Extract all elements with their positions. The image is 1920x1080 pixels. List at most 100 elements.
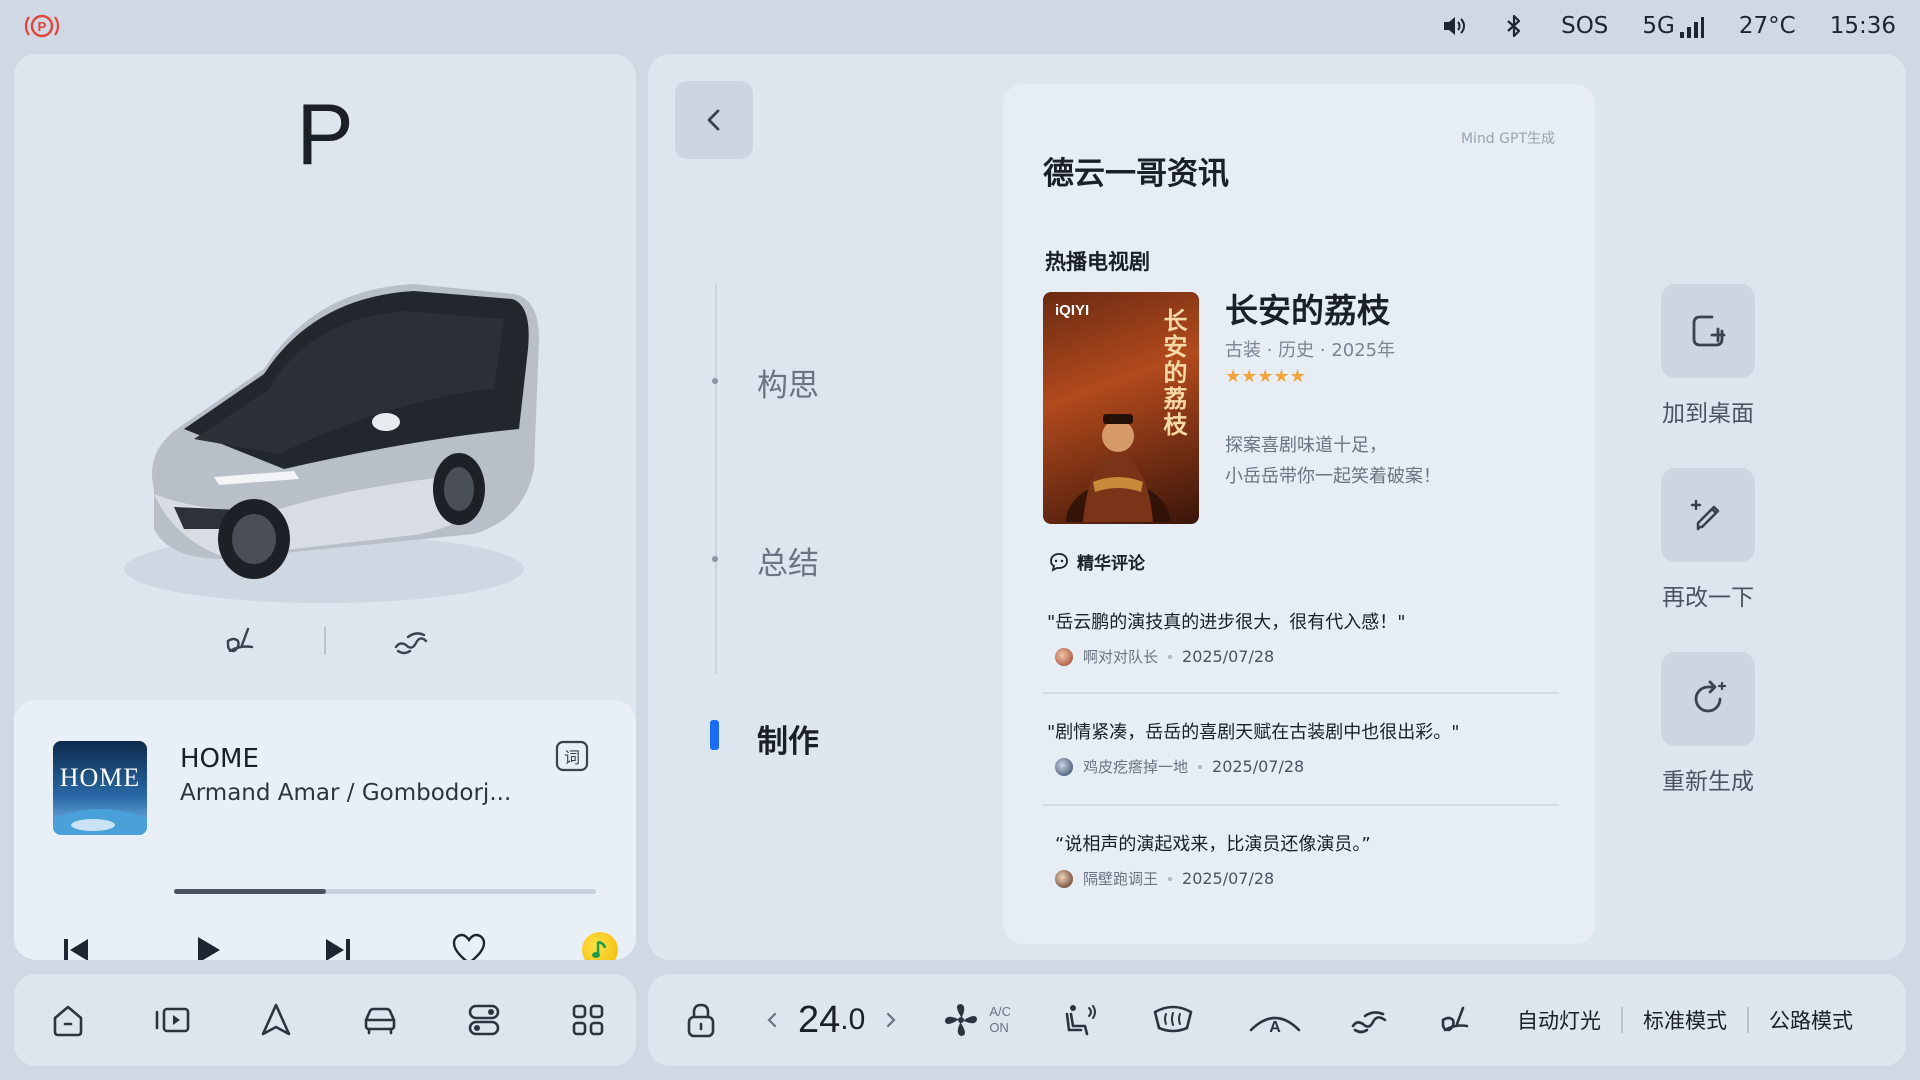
generated-by-label: Mind GPT生成 [1460,131,1555,147]
bluetooth-icon[interactable] [1501,13,1527,39]
previous-icon[interactable] [58,932,94,960]
passenger-seat-heat-icon[interactable] [390,621,430,661]
clock: 15:36 [1829,13,1896,39]
lock-icon[interactable] [684,1001,718,1039]
sos-button[interactable]: SOS [1561,13,1608,39]
album-art-text: HOME [59,763,141,792]
comment-item[interactable]: “说相声的演起戏来，比演员还像演员。” 隔壁跑调王 2025/07/28 [1043,830,1559,889]
music-player: HOME HOME Armand Amar / Gombodorj... 词 [14,700,636,960]
meta-separator [1198,764,1203,769]
assistant-panel: 构思 总结 制作 Mind GPT生成 德云一哥资讯 热播电视剧 iQIYI 长… [648,54,1906,960]
ac-button[interactable]: A/C ON [941,1000,1011,1040]
comment-date: 2025/07/28 [1182,869,1275,888]
driver-seat-icon[interactable] [1435,1000,1475,1040]
comments-header: 精华评论 [1049,549,1145,574]
temp-up-button[interactable] [883,1010,899,1030]
vehicle-panel: P HOME HOME Armand Amar / Gombodorj... 词 [14,54,636,960]
car-icon[interactable] [360,1000,400,1040]
back-button[interactable] [675,81,753,159]
song-progress-fill [174,889,326,894]
network-status: 5G [1642,13,1704,39]
meta-separator [1168,654,1173,659]
show-description-line: 小岳岳带你一起笑着破案！ [1225,466,1441,487]
next-icon[interactable] [320,932,356,960]
show-meta: 古装 · 历史 · 2025年 [1225,340,1396,361]
step-label: 构思 [757,368,819,404]
outside-temperature: 27°C [1738,13,1796,39]
poster-title: 长安的荔枝 [1159,308,1187,438]
action-label: 再改一下 [1662,585,1754,611]
seat-heat-controls [14,621,636,661]
front-defrost-icon[interactable]: A [1247,1000,1303,1040]
app-dock [14,974,636,1066]
climate-dock: 24.0 A/C ON A 自动灯光 标准模式 公路模式 [648,974,1906,1066]
mode-separator [1620,1007,1623,1033]
ac-label: A/C [989,1004,1011,1019]
play-icon[interactable] [189,932,225,960]
comment-user: 啊对对队长 [1083,648,1159,666]
comment-text: "岳云鹏的演技真的进步很大，很有代入感！" [1047,612,1406,633]
toggle-settings-icon[interactable] [464,1000,504,1040]
playback-controls [58,932,618,960]
steps-line [715,284,717,674]
rear-defrost-icon[interactable] [1151,1000,1195,1040]
comments-header-label: 精华评论 [1077,554,1145,574]
svg-text:P: P [38,19,47,34]
car-image[interactable] [114,239,554,619]
show-poster[interactable]: iQIYI 长安的荔枝 [1043,292,1199,524]
chevron-left-icon [707,109,720,131]
standard-mode-button[interactable]: 标准模式 [1643,1005,1727,1035]
svg-text:词: 词 [564,748,580,767]
status-bar: P SOS 5G 27°C 15:36 [0,0,1920,52]
comment-text: “说相声的演起戏来，比演员还像演员。” [1055,834,1371,855]
home-icon[interactable] [48,1000,88,1040]
auto-lights-button[interactable]: 自动灯光 [1517,1005,1601,1035]
section-title: 热播电视剧 [1045,250,1150,274]
lyrics-icon[interactable]: 词 [554,738,590,774]
avatar [1055,757,1073,776]
comment-user: 鸡皮疙瘩掉一地 [1083,758,1189,776]
poster-logo: iQIYI [1055,302,1090,319]
song-progress-bar[interactable] [174,889,596,894]
comment-date: 2025/07/28 [1182,647,1275,666]
step-label: 制作 [757,724,819,760]
signal-icon [1679,17,1704,38]
rating-stars: ★★★★★ [1225,366,1306,387]
seat-airflow-icon[interactable] [1059,1000,1099,1040]
add-to-desktop-icon [1661,284,1755,378]
chevron-right-icon [887,1012,896,1028]
heart-icon[interactable] [451,932,487,960]
parking-brake-icon: P [24,12,60,40]
regenerate-button[interactable]: 重新生成 [1648,652,1768,796]
step-dot [712,378,718,384]
song-title: HOME [180,744,259,774]
volume-icon[interactable] [1441,13,1467,39]
song-artist: Armand Amar / Gombodorj... [180,780,512,806]
apps-grid-icon[interactable] [568,1000,608,1040]
comment-date: 2025/07/28 [1212,757,1305,776]
comment-item[interactable]: "剧情紧凑，岳岳的喜剧天赋在古装剧中也很出彩。" 鸡皮疙瘩掉一地 2025/07… [1043,718,1559,777]
step-active-indicator [710,720,719,750]
avatar [1055,647,1073,666]
card-title: 德云一哥资讯 [1043,156,1229,192]
progress-steps: 构思 总结 制作 [710,284,912,764]
qq-music-icon[interactable] [582,932,618,960]
navigation-icon[interactable] [256,1000,296,1040]
comment-item[interactable]: "岳云鹏的演技真的进步很大，很有代入感！" 啊对对队长 2025/07/28 [1043,608,1559,667]
meta-separator [1168,876,1173,881]
fan-icon [945,1004,978,1036]
media-icon[interactable] [152,1000,192,1040]
avatar [1055,869,1073,888]
temp-down-button[interactable] [764,1010,780,1030]
passenger-seat-icon[interactable] [1347,1000,1391,1040]
step-dot [712,556,718,562]
chevron-left-icon [767,1012,777,1028]
network-label: 5G [1642,13,1675,39]
road-mode-button[interactable]: 公路模式 [1769,1005,1853,1035]
add-to-desktop-button[interactable]: 加到桌面 [1648,284,1768,428]
edit-again-button[interactable]: 再改一下 [1648,468,1768,612]
comment-icon [1050,552,1068,572]
driver-seat-heat-icon[interactable] [220,621,260,661]
mode-separator [1746,1007,1749,1033]
album-art[interactable]: HOME [53,741,147,835]
